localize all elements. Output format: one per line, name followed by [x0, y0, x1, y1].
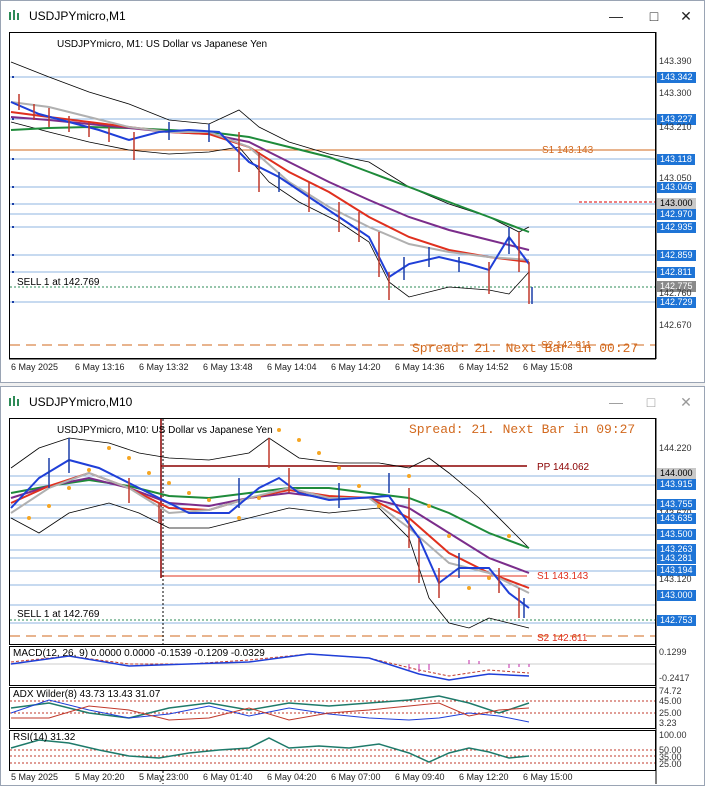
time-axis-label: 6 May 01:40	[203, 772, 253, 782]
sell-order-label: SELL 1 at 142.769	[17, 277, 100, 288]
time-axis-label: 6 May 13:32	[139, 362, 189, 372]
chart-symbol-label: USDJPYmicro, M10: US Dollar vs Japanese …	[57, 425, 273, 436]
time-axis-label: 6 May 15:08	[523, 362, 573, 372]
price-level-tag: 143.281	[657, 553, 696, 564]
price-axis-label: 144.220	[659, 443, 692, 453]
time-axis-label: 6 May 13:48	[203, 362, 253, 372]
price-level-tag: 142.859	[657, 250, 696, 261]
sell-order-label: SELL 1 at 142.769	[17, 609, 100, 620]
price-level-tag: 142.811	[657, 267, 695, 278]
price-chart-m10-canvas	[9, 418, 657, 784]
time-axis-label: 5 May 20:20	[75, 772, 125, 782]
time-axis-label: 6 May 14:04	[267, 362, 317, 372]
window-titlebar[interactable]: USDJPYmicro,M1 — □ ✕	[1, 1, 704, 31]
price-level-tag: 143.046	[657, 182, 696, 193]
time-axis-label: 5 May 2025	[11, 772, 59, 782]
rsi-label: RSI(14) 31.32	[13, 732, 76, 743]
spread-timer: Spread: 21. Next Bar in 00:27	[412, 341, 639, 356]
pivot-s2-label: S2 142.611	[541, 340, 592, 351]
macd-label: MACD(12, 26, 9) 0.0000 0.0000 -0.1539 -0…	[13, 648, 265, 659]
time-axis-label: 6 May 14:36	[395, 362, 445, 372]
adx-axis-label: 3.23	[659, 718, 677, 728]
pivot-s2-label: S2 142.611	[537, 633, 588, 644]
maximize-icon[interactable]: □	[636, 391, 666, 413]
price-axis-label: 143.120	[659, 574, 692, 584]
adx-label: ADX Wilder(8) 43.73 13.43 31.07	[13, 689, 161, 700]
chart-window-m10[interactable]: USDJPYmicro,M10 — □ ✕ USDJPYmicro, M10: …	[0, 386, 705, 786]
pivot-pp-label: PP 144.062	[537, 462, 590, 473]
time-axis-label: 6 May 12:20	[459, 772, 509, 782]
time-axis-label: 6 May 14:20	[331, 362, 381, 372]
window-title: USDJPYmicro,M10	[29, 395, 133, 409]
window-title: USDJPYmicro,M1	[29, 9, 126, 23]
rsi-axis-label: 100.00	[659, 730, 687, 740]
price-level-tag: 142.970	[657, 209, 696, 220]
time-axis-label: 6 May 13:16	[75, 362, 125, 372]
adx-axis-label: 45.00	[659, 696, 682, 706]
close-icon[interactable]: ✕	[671, 5, 701, 27]
price-chart-m1[interactable]: USDJPYmicro, M1: US Dollar vs Japanese Y…	[9, 32, 703, 380]
window-titlebar[interactable]: USDJPYmicro,M10 — □ ✕	[1, 387, 704, 417]
app-icon	[9, 10, 19, 20]
current-price-tag: 143.000	[657, 198, 696, 209]
price-level-tag: 143.635	[657, 513, 696, 524]
adx-axis-label: 25.00	[659, 708, 682, 718]
app-icon	[9, 396, 19, 406]
spread-timer: Spread: 21. Next Bar in 09:27	[409, 422, 636, 437]
price-level-tag: 142.729	[657, 297, 696, 308]
bid-price-tag: 142.753	[657, 615, 696, 626]
adx-axis-label: 74.72	[659, 686, 682, 696]
time-axis-label: 6 May 15:00	[523, 772, 573, 782]
price-level-tag: 144.000	[657, 468, 696, 479]
price-level-tag: 143.915	[657, 479, 696, 490]
price-chart-m10[interactable]: USDJPYmicro, M10: US Dollar vs Japanese …	[9, 418, 703, 784]
minimize-icon[interactable]: —	[601, 391, 631, 413]
time-axis-label: 6 May 09:40	[395, 772, 445, 782]
close-icon[interactable]: ✕	[671, 391, 701, 413]
price-axis-label: 143.390	[659, 56, 692, 66]
price-axis-label: 143.300	[659, 88, 692, 98]
price-level-tag: 143.000	[657, 590, 696, 601]
time-axis-label: 6 May 2025	[11, 362, 59, 372]
price-axis-label: 142.670	[659, 320, 692, 330]
time-axis-label: 6 May 14:52	[459, 362, 509, 372]
pivot-s1-label: S1 143.143	[537, 571, 589, 582]
macd-axis-label: -0.2417	[659, 673, 690, 683]
time-axis-label: 6 May 04:20	[267, 772, 317, 782]
maximize-icon[interactable]: □	[639, 5, 669, 27]
time-axis-label: 6 May 07:00	[331, 772, 381, 782]
time-axis-label: 5 May 23:00	[139, 772, 189, 782]
price-level-tag: 143.118	[657, 154, 695, 165]
price-axis-label: 143.210	[659, 122, 692, 132]
chart-window-m1[interactable]: USDJPYmicro,M1 — □ ✕ USDJPYmicro, M1: US…	[0, 0, 705, 383]
macd-axis-label: 0.1299	[659, 647, 687, 657]
pivot-s1-label: S1 143.143	[542, 145, 594, 156]
price-level-tag: 142.935	[657, 222, 696, 233]
minimize-icon[interactable]: —	[601, 5, 631, 27]
price-chart-m1-canvas	[9, 32, 657, 360]
chart-symbol-label: USDJPYmicro, M1: US Dollar vs Japanese Y…	[57, 39, 268, 50]
price-level-tag: 143.342	[657, 72, 696, 83]
price-level-tag: 143.500	[657, 529, 696, 540]
rsi-axis-label: 25.00	[659, 759, 682, 769]
